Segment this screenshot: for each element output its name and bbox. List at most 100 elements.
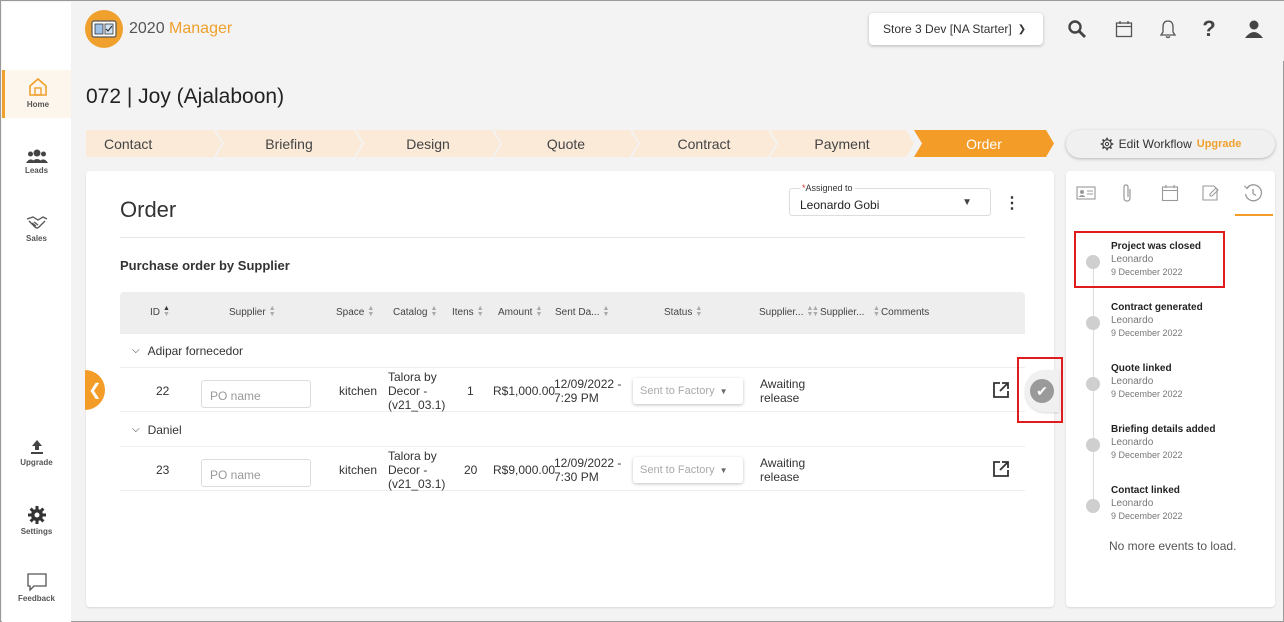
nav-feedback[interactable]: Feedback [2, 572, 71, 603]
brand-name: 2020 Manager [129, 20, 232, 38]
table-row: 23 PO name kitchen Talora by Decor - (v2… [120, 447, 1025, 491]
cell-items: 20 [464, 463, 478, 477]
chevron-down-icon: ⌵ [132, 345, 140, 356]
column-header-items[interactable]: Itens ▲ ▼ [452, 305, 484, 318]
step-contract[interactable]: Contract [632, 130, 776, 157]
cell-catalog: Talora by Decor - (v21_03.1) [388, 370, 446, 412]
chevron-down-icon: ▼ [719, 387, 728, 396]
column-label: Status [664, 306, 693, 318]
tab-calendar[interactable] [1159, 181, 1181, 205]
chevron-down-icon: ▼ [719, 466, 728, 475]
column-header-supplier-date[interactable]: ▲ ▼ Supplier... [812, 305, 864, 318]
column-header-amount[interactable]: Amount ▲ ▼ [498, 305, 543, 318]
assigned-to-value: Leonardo Gobi [800, 198, 880, 212]
column-header-supplier-status[interactable]: Supplier... ▲ ▼ [759, 305, 813, 318]
cell-space: kitchen [339, 463, 378, 477]
open-external-icon[interactable] [992, 460, 1010, 478]
column-header-id[interactable]: ID ▲ ▼ [150, 305, 170, 318]
sort-icon: ▲ ▼ [535, 305, 543, 318]
divider [120, 237, 1025, 238]
status-select[interactable]: Sent to Factory ▼ [633, 457, 743, 483]
po-name-placeholder: PO name [210, 468, 261, 482]
event-title: Contact linked [1111, 485, 1180, 496]
tab-attachments[interactable] [1116, 181, 1138, 205]
user-menu-button[interactable] [1242, 17, 1266, 41]
nav-sales[interactable]: Sales [2, 214, 71, 243]
app-logo[interactable] [85, 10, 123, 48]
order-title: Order [120, 197, 177, 222]
assigned-to-select[interactable]: *Assigned to Leonardo Gobi ▼ [789, 183, 991, 216]
supplier-group-row[interactable]: ⌵ Daniel [120, 413, 1025, 447]
column-header-supplier[interactable]: Supplier ▲ ▼ [229, 305, 276, 318]
nav-home[interactable]: Home [2, 70, 71, 118]
more-options-icon[interactable]: ⋮ [1004, 193, 1020, 213]
edit-workflow-button[interactable]: Edit Workflow Upgrade [1066, 130, 1275, 158]
nav-leads-label: Leads [24, 166, 49, 175]
column-label: Supplier [229, 306, 266, 318]
event-user: Leonardo [1111, 498, 1154, 509]
column-header-status[interactable]: Status ▲ ▼ [664, 305, 702, 318]
nav-leads[interactable]: Leads [2, 148, 71, 175]
step-label: Contract [677, 135, 731, 152]
sort-icon: ▲ ▼ [873, 305, 880, 318]
sort-icon: ▲ ▼ [812, 305, 819, 318]
edit-workflow-label: Edit Workflow [1118, 137, 1192, 151]
step-label: Design [406, 135, 450, 152]
step-payment[interactable]: Payment [770, 130, 914, 157]
help-button[interactable]: ? [1197, 16, 1221, 41]
paperclip-icon [1123, 184, 1131, 202]
step-label: Quote [546, 135, 586, 152]
event-date: 9 December 2022 [1111, 328, 1183, 338]
step-design[interactable]: Design [356, 130, 500, 157]
store-selector[interactable]: Store 3 Dev [NA Starter] ❯ [869, 13, 1043, 45]
step-contact[interactable]: Contact [86, 130, 222, 157]
open-external-icon[interactable] [992, 381, 1010, 399]
brand-prefix: 2020 [129, 20, 165, 37]
step-briefing[interactable]: Briefing [216, 130, 362, 157]
search-button[interactable] [1065, 17, 1089, 41]
timeline-dot [1086, 438, 1100, 452]
order-card: Order *Assigned to Leonardo Gobi ▼ ⋮ Pur… [86, 171, 1054, 607]
sort-icon: ▲ ▼ [602, 305, 610, 318]
nav-upgrade[interactable]: Upgrade [2, 438, 71, 467]
brand-suffix: Manager [169, 20, 233, 37]
step-order[interactable]: Order [914, 130, 1054, 157]
cell-amount: R$1,000.00 [493, 384, 556, 398]
help-icon: ? [1202, 16, 1216, 41]
step-label: Contact [104, 135, 153, 152]
column-header-sent-date[interactable]: Sent Da... ▲ ▼ [555, 305, 610, 318]
supplier-group-name: Daniel [147, 422, 182, 437]
cell-supplier-status: Awaiting release [760, 456, 806, 484]
tab-history[interactable] [1242, 181, 1264, 205]
status-select[interactable]: Sent to Factory ▼ [633, 378, 743, 404]
app-window: Home Leads Sales Upgrade Settings Feedba… [0, 0, 1284, 622]
sort-icon: ▲ ▼ [476, 305, 484, 318]
handshake-icon [26, 216, 47, 229]
table-header: ID ▲ ▼ Supplier ▲ ▼ Space ▲ ▼ Catalog ▲ ▼ Itens ▲… [120, 292, 1025, 334]
po-name-input[interactable]: PO name [201, 459, 311, 487]
column-header-space[interactable]: Space ▲ ▼ [336, 305, 374, 318]
sort-icon: ▲ ▼ [268, 305, 276, 318]
calendar-button[interactable] [1112, 17, 1136, 41]
tab-contact-card[interactable] [1075, 181, 1097, 205]
gear-icon [1100, 137, 1113, 151]
supplier-group-row[interactable]: ⌵ Adipar fornecedor [120, 334, 1025, 368]
column-header-comments[interactable]: ▲ ▼ Comments [873, 305, 929, 318]
column-header-catalog[interactable]: Catalog ▲ ▼ [393, 305, 437, 318]
nav-home-label: Home [26, 100, 50, 109]
status-value: Sent to Factory [640, 385, 715, 397]
po-name-input[interactable]: PO name [201, 380, 311, 408]
store-selector-value: Store 3 Dev [NA Starter] [883, 22, 1012, 36]
nav-upgrade-label: Upgrade [20, 458, 53, 467]
nav-settings[interactable]: Settings [2, 505, 71, 536]
supplier-group-name: Adipar fornecedor [147, 343, 243, 358]
cell-sent-date: 12/09/2022 - 7:29 PM [554, 377, 622, 405]
event-user: Leonardo [1111, 376, 1154, 387]
notifications-button[interactable] [1156, 17, 1180, 41]
nav-feedback-label: Feedback [18, 594, 55, 603]
step-quote[interactable]: Quote [494, 130, 638, 157]
tab-notes[interactable] [1199, 181, 1221, 205]
po-name-placeholder: PO name [210, 389, 261, 403]
gear-icon [27, 506, 46, 524]
event-user: Leonardo [1111, 437, 1154, 448]
